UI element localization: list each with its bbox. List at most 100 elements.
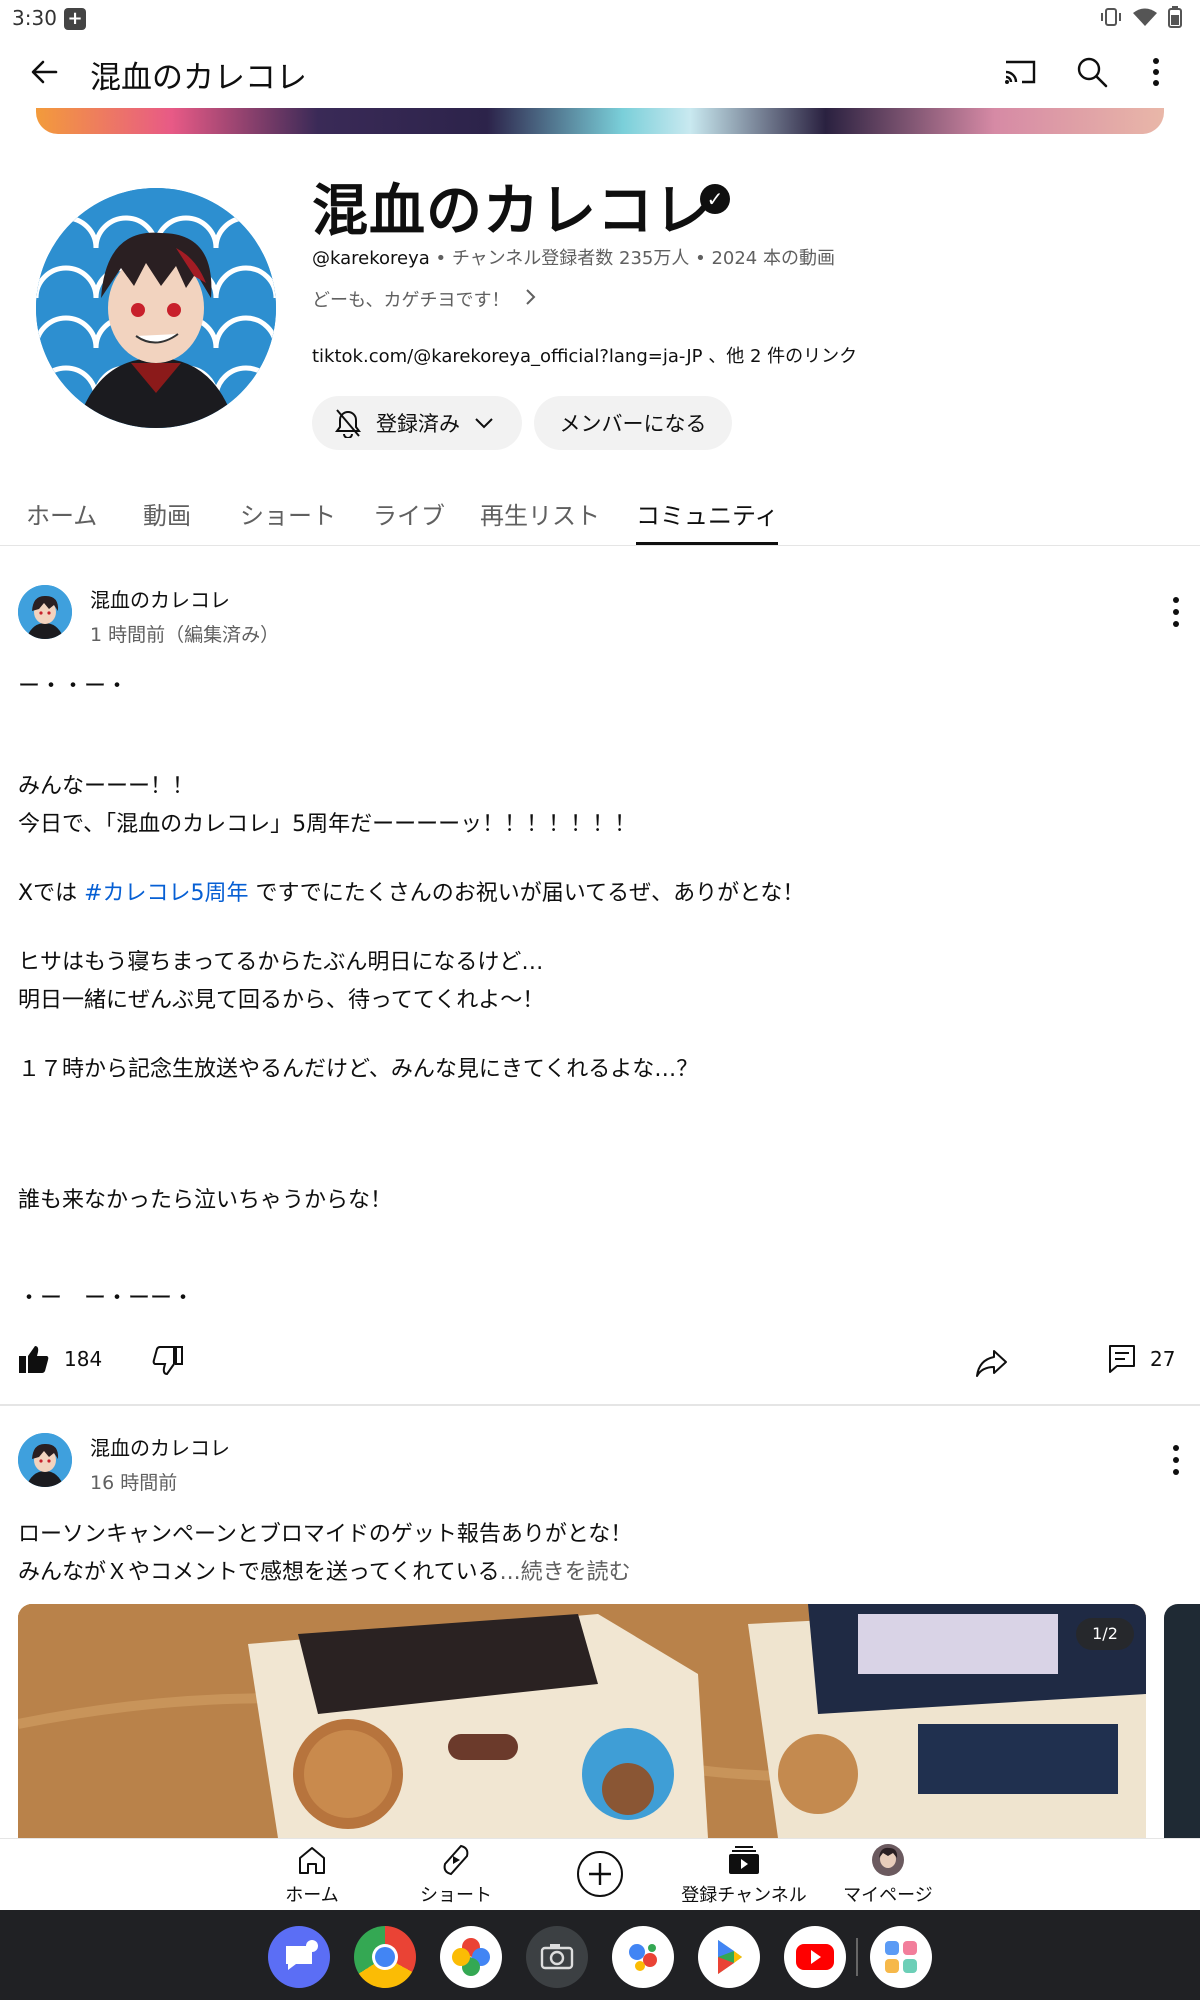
bell-off-icon <box>335 409 361 438</box>
more-vert-icon[interactable] <box>1144 52 1184 92</box>
back-arrow-icon[interactable] <box>26 54 62 90</box>
post-text-line: 今日で、「混血のカレコレ」5周年だーーーーッ！！！！！！！ <box>18 812 637 837</box>
profile-avatar-icon <box>872 1844 904 1876</box>
post-text-line: みんなーーー！！ <box>18 774 195 799</box>
post-text-line: ヒサはもう寝ちまってるからたぶん明日になるけど… <box>18 950 544 975</box>
home-icon <box>299 1847 325 1874</box>
channel-meta: @karekoreya • チャンネル登録者数 235万人 • 2024 本の動… <box>312 244 835 270</box>
post-text-line: ・ー ー・ーー・ <box>18 1286 195 1311</box>
channel-name: 混血のカレコレ <box>312 179 711 244</box>
cast-icon[interactable] <box>1000 52 1040 92</box>
channel-description[interactable]: どーも、カゲチヨです！ <box>312 286 537 312</box>
system-dock <box>0 1910 1200 2000</box>
channel-stats: • チャンネル登録者数 235万人 • 2024 本の動画 <box>429 248 835 269</box>
post-text-line: ー・・ー・ <box>18 674 129 699</box>
status-bar: 3:30 + <box>0 0 1200 36</box>
photos-app-icon[interactable] <box>440 1926 502 1988</box>
nav-mypage[interactable]: マイページ <box>808 1843 968 1907</box>
messages-app-icon[interactable] <box>268 1926 330 1988</box>
post-author-name[interactable]: 混血のカレコレ <box>90 584 230 613</box>
dock-separator <box>856 1938 858 1976</box>
post-image-next[interactable] <box>1164 1604 1200 1838</box>
read-more-link[interactable]: ...続きを読む <box>500 1560 631 1585</box>
share-icon <box>976 1350 1007 1377</box>
image-counter: 1/2 <box>1076 1618 1134 1650</box>
thumbs-up-icon <box>19 1346 49 1373</box>
tab-playlists[interactable]: 再生リスト <box>480 496 600 531</box>
vibrate-icon <box>1101 8 1121 26</box>
tab-shorts[interactable]: ショート <box>240 496 336 531</box>
subscriptions-icon <box>729 1846 759 1874</box>
status-icons <box>1100 6 1182 28</box>
channel-banner <box>36 108 1164 134</box>
chrome-app-icon[interactable] <box>354 1926 416 1988</box>
nav-subscriptions[interactable]: 登録チャンネル <box>664 1843 824 1907</box>
comment-count: 27 <box>1150 1347 1176 1371</box>
post-text-line: ローソンキャンペーンとブロマイドのゲット報告ありがとな！ <box>18 1522 633 1547</box>
like-button[interactable]: 184 <box>18 1344 102 1374</box>
join-membership-button[interactable]: メンバーになる <box>534 396 732 450</box>
app-bar-title: 混血のカレコレ <box>90 60 307 96</box>
post-menu-icon[interactable] <box>1166 1440 1186 1480</box>
create-plus-icon <box>577 1851 623 1897</box>
post-author-name[interactable]: 混血のカレコレ <box>90 1432 230 1461</box>
post-text-line: １７時から記念生放送やるんだけど、みんな見にきてくれるよな…？ <box>18 1057 699 1082</box>
notification-add-icon: + <box>64 8 86 30</box>
post-timestamp: 1 時間前（編集済み） <box>90 624 280 646</box>
hashtag-link[interactable]: #カレコレ5周年 <box>84 881 248 906</box>
post-text-line: 明日一緒にぜんぶ見て回るから、待っててくれよ〜！ <box>18 988 545 1013</box>
channel-avatar <box>36 188 276 428</box>
tab-home[interactable]: ホーム <box>26 496 97 531</box>
nav-create[interactable] <box>520 1849 680 1903</box>
channel-links[interactable]: tiktok.com/@karekoreya_official?lang=ja-… <box>312 342 857 368</box>
channel-description-text: どーも、カゲチヨです！ <box>312 290 510 311</box>
post-author-avatar[interactable] <box>18 1433 72 1487</box>
youtube-app-icon[interactable] <box>784 1926 846 1988</box>
channel-tabs: ホーム 動画 ショート ライブ 再生リスト コミュニティ <box>0 480 1200 546</box>
channel-handle: @karekoreya <box>312 248 430 269</box>
search-icon[interactable] <box>1072 52 1112 92</box>
comment-icon <box>1109 1345 1135 1373</box>
tab-live[interactable]: ライブ <box>373 496 445 531</box>
post-text-line: Xでは #カレコレ5周年 ですでにたくさんのお祝いが届いてるぜ、ありがとな！ <box>18 875 804 913</box>
post-text-fragment: みんながＸやコメントで感想を送ってくれている <box>18 1560 500 1585</box>
verified-badge-icon: ✓ <box>700 184 730 214</box>
join-membership-label: メンバーになる <box>559 412 707 436</box>
nav-shorts-label: ショート <box>420 1885 492 1906</box>
nav-home-label: ホーム <box>285 1885 339 1906</box>
nav-mypage-label: マイページ <box>843 1885 933 1906</box>
tab-videos[interactable]: 動画 <box>143 496 191 531</box>
play-store-app-icon[interactable] <box>698 1926 760 1988</box>
nav-subscriptions-label: 登録チャンネル <box>681 1885 807 1906</box>
post-text-fragment: Xでは <box>18 881 85 906</box>
tab-community[interactable]: コミュニティ <box>636 496 779 531</box>
comments-button[interactable]: 27 <box>1108 1344 1175 1374</box>
status-time: 3:30 <box>12 6 57 30</box>
app-drawer-icon[interactable] <box>870 1926 932 1988</box>
chevron-down-icon <box>475 418 493 429</box>
post-timestamp: 16 時間前 <box>90 1472 178 1494</box>
wifi-icon <box>1133 8 1157 26</box>
post-text-line: 誰も来なかったら泣いちゃうからな！ <box>18 1188 393 1213</box>
dislike-button[interactable] <box>152 1346 184 1376</box>
camera-app-icon[interactable] <box>526 1926 588 1988</box>
post-divider <box>0 1404 1200 1406</box>
assistant-app-icon[interactable] <box>612 1926 674 1988</box>
battery-icon <box>1168 6 1182 28</box>
post-author-avatar[interactable] <box>18 585 72 639</box>
subscribed-label: 登録済み <box>376 412 460 436</box>
like-count: 184 <box>64 1347 103 1371</box>
active-tab-indicator <box>636 542 778 545</box>
thumbs-down-icon <box>152 1346 183 1376</box>
chevron-right-icon <box>525 288 537 311</box>
nav-shorts[interactable]: ショート <box>376 1843 536 1907</box>
post-text-line: みんながＸやコメントで感想を送ってくれている...続きを読む <box>18 1554 631 1592</box>
nav-home[interactable]: ホーム <box>232 1843 392 1907</box>
shorts-icon <box>443 1844 469 1876</box>
post-menu-icon[interactable] <box>1166 592 1186 632</box>
app-bar: 混血のカレコレ <box>0 36 1200 110</box>
share-button[interactable] <box>974 1348 1008 1378</box>
subscribed-button[interactable]: 登録済み <box>312 396 522 450</box>
post-image[interactable] <box>18 1604 1146 1838</box>
post-text-fragment: ですでにたくさんのお祝いが届いてるぜ、ありがとな！ <box>248 881 805 906</box>
